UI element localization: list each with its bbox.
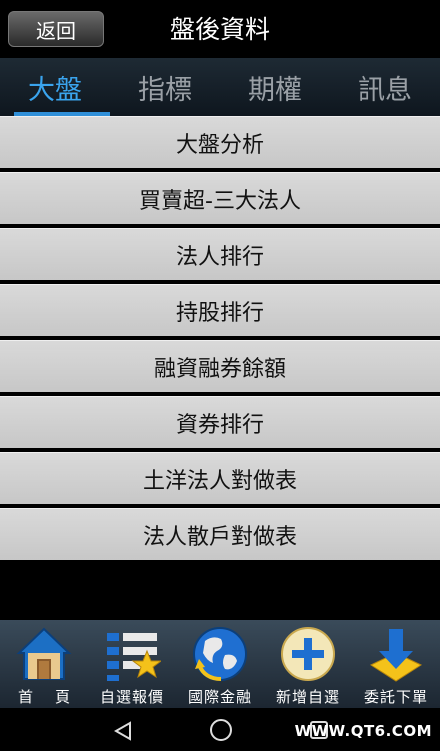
- home-icon: [14, 624, 74, 684]
- download-order-icon: [366, 624, 426, 684]
- menu-item-local-foreign-table[interactable]: 土洋法人對做表: [0, 452, 440, 504]
- nav-home-icon[interactable]: [209, 718, 233, 742]
- toolbar-watchlist[interactable]: 自選報價: [88, 620, 176, 708]
- toolbar-place-order[interactable]: 委託下單: [352, 620, 440, 708]
- add-icon: [278, 624, 338, 684]
- tab-options[interactable]: 期權: [220, 58, 330, 116]
- system-nav-bar: WWW.QT6.COM: [0, 708, 440, 751]
- toolbar-watchlist-label: 自選報價: [99, 688, 164, 706]
- toolbar-home-label: 首頁: [17, 688, 92, 706]
- menu-item-market-analysis[interactable]: 大盤分析: [0, 116, 440, 168]
- menu-item-margin-ranking[interactable]: 資券排行: [0, 396, 440, 448]
- tab-news[interactable]: 訊息: [330, 58, 440, 116]
- menu-item-margin-balance[interactable]: 融資融券餘額: [0, 340, 440, 392]
- header-bar: 返回 盤後資料: [0, 0, 440, 58]
- toolbar-global-finance-label: 國際金融: [187, 688, 252, 706]
- back-button[interactable]: 返回: [8, 11, 104, 47]
- toolbar-add-watchlist[interactable]: 新增自選: [264, 620, 352, 708]
- toolbar-home[interactable]: 首頁: [0, 620, 88, 708]
- tab-market[interactable]: 大盤: [0, 58, 110, 116]
- nav-back-icon[interactable]: [112, 720, 134, 742]
- toolbar-global-finance[interactable]: 國際金融: [176, 620, 264, 708]
- watermark: WWW.QT6.COM: [294, 722, 432, 740]
- tab-bar: 大盤 指標 期權 訊息: [0, 58, 440, 116]
- menu-item-holding-ranking[interactable]: 持股排行: [0, 284, 440, 336]
- watchlist-icon: [102, 624, 162, 684]
- tab-indicators[interactable]: 指標: [110, 58, 220, 116]
- toolbar-place-order-label: 委託下單: [363, 688, 428, 706]
- toolbar-add-watchlist-label: 新增自選: [275, 688, 340, 706]
- menu-list: 大盤分析 買賣超-三大法人 法人排行 持股排行 融資融券餘額 資券排行 土洋法人…: [0, 116, 440, 564]
- menu-item-institutional-buy-sell[interactable]: 買賣超-三大法人: [0, 172, 440, 224]
- bottom-toolbar: 首頁 自選報價 國際金融 新增自選 委託下單: [0, 620, 440, 708]
- menu-item-institutional-ranking[interactable]: 法人排行: [0, 228, 440, 280]
- globe-icon: [190, 624, 250, 684]
- menu-item-institutional-retail-table[interactable]: 法人散戶對做表: [0, 508, 440, 560]
